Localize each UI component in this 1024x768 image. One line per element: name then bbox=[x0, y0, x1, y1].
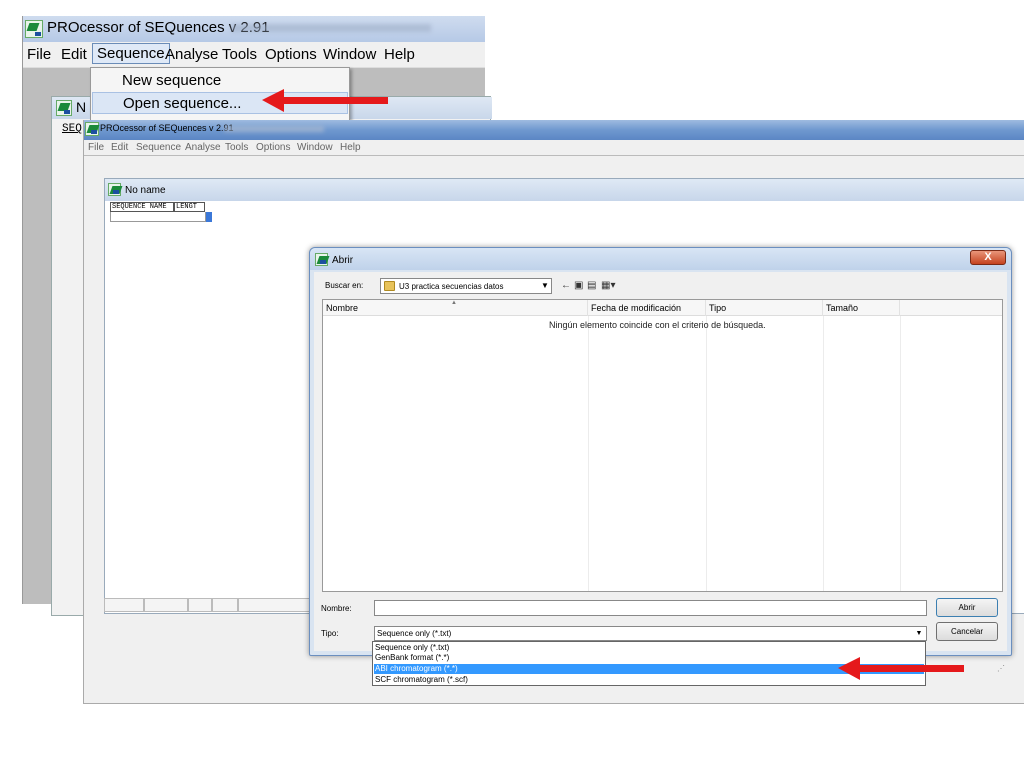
file-list[interactable]: Nombre ▲ Fecha de modificación Tipo Tama… bbox=[322, 299, 1003, 592]
menu-tools[interactable]: Tools bbox=[222, 46, 257, 63]
menu-edit[interactable]: Edit bbox=[61, 46, 87, 63]
status-cell bbox=[238, 598, 314, 612]
app-icon bbox=[25, 20, 43, 38]
back-arrow-icon[interactable]: ← bbox=[561, 280, 571, 291]
file-type-select[interactable]: Sequence only (*.txt) ▼ bbox=[374, 626, 927, 641]
grid-selection-cell[interactable] bbox=[206, 212, 212, 222]
up-folder-icon[interactable]: ▣ bbox=[574, 280, 583, 291]
folder-icon bbox=[384, 281, 395, 291]
column-divider bbox=[900, 316, 901, 591]
back-column-header: SEQ bbox=[62, 123, 82, 135]
status-cell bbox=[104, 598, 144, 612]
file-type-label: Tipo: bbox=[321, 629, 339, 638]
file-type-value: Sequence only (*.txt) bbox=[377, 629, 452, 638]
open-button[interactable]: Abrir bbox=[936, 598, 998, 617]
column-divider bbox=[706, 316, 707, 591]
back-child-title: N bbox=[76, 99, 87, 115]
resize-grip-icon[interactable]: ⋰ bbox=[997, 664, 1005, 673]
chevron-down-icon[interactable]: ▼ bbox=[539, 280, 551, 292]
front-child-titlebar[interactable]: No name bbox=[105, 179, 1024, 201]
menu-analyse[interactable]: Analyse bbox=[185, 142, 221, 153]
back-titlebar[interactable]: PROcessor of SEQuences v 2.91 bbox=[23, 16, 485, 42]
status-cell bbox=[188, 598, 212, 612]
look-in-label: Buscar en: bbox=[325, 281, 364, 290]
status-cell bbox=[144, 598, 188, 612]
file-name-input[interactable] bbox=[374, 600, 927, 616]
new-folder-icon[interactable]: ▤ bbox=[587, 280, 596, 291]
front-window-title: PROcessor of SEQuences v 2.91 bbox=[100, 123, 234, 133]
menu-sequence[interactable]: Sequence bbox=[136, 142, 181, 153]
sort-caret-icon: ▲ bbox=[451, 300, 457, 306]
status-cell bbox=[212, 598, 238, 612]
menu-options[interactable]: Options bbox=[256, 142, 290, 153]
app-icon bbox=[315, 253, 328, 266]
menu-window[interactable]: Window bbox=[297, 142, 333, 153]
menu-analyse[interactable]: Analyse bbox=[165, 46, 218, 63]
front-titlebar[interactable]: PROcessor of SEQuences v 2.91 bbox=[84, 120, 1024, 140]
column-sequence-name[interactable]: SEQUENCE NAME bbox=[110, 202, 174, 212]
app-icon bbox=[85, 122, 99, 136]
column-divider bbox=[588, 316, 589, 591]
annotation-arrow-icon bbox=[838, 657, 964, 680]
file-name-label: Nombre: bbox=[321, 604, 352, 613]
dialog-body: Buscar en: U3 practica secuencias datos … bbox=[314, 272, 1007, 673]
status-bar bbox=[104, 598, 314, 612]
menu-file[interactable]: File bbox=[88, 142, 104, 153]
menu-item-new-sequence[interactable]: New sequence bbox=[92, 70, 348, 92]
annotation-arrow-icon bbox=[262, 89, 388, 112]
menu-help[interactable]: Help bbox=[384, 46, 415, 63]
dialog-titlebar[interactable]: Abrir X bbox=[310, 248, 1011, 270]
close-icon[interactable]: X bbox=[970, 250, 1006, 265]
look-in-combobox[interactable]: U3 practica secuencias datos ▼ bbox=[380, 278, 552, 294]
menu-options[interactable]: Options bbox=[265, 46, 317, 63]
sequence-menu: New sequence Open sequence... bbox=[90, 67, 350, 121]
chevron-down-icon[interactable]: ▼ bbox=[913, 628, 925, 639]
cancel-button[interactable]: Cancelar bbox=[936, 622, 998, 641]
menu-edit[interactable]: Edit bbox=[111, 142, 128, 153]
front-menubar: File Edit Sequence Analyse Tools Options… bbox=[84, 140, 1024, 156]
menu-window[interactable]: Window bbox=[323, 46, 376, 63]
blurred-title-suffix bbox=[224, 126, 324, 132]
column-tamano[interactable]: Tamaño bbox=[823, 300, 900, 316]
views-menu-icon[interactable]: ▦▾ bbox=[601, 280, 615, 291]
column-divider bbox=[823, 316, 824, 591]
menu-help[interactable]: Help bbox=[340, 142, 361, 153]
file-list-header: Nombre ▲ Fecha de modificación Tipo Tama… bbox=[323, 300, 1002, 316]
empty-message: Ningún elemento coincide con el criterio… bbox=[549, 320, 766, 330]
column-fecha[interactable]: Fecha de modificación bbox=[588, 300, 706, 316]
column-tipo[interactable]: Tipo bbox=[706, 300, 823, 316]
look-in-value: U3 practica secuencias datos bbox=[399, 282, 504, 291]
blurred-title-suffix bbox=[231, 24, 431, 32]
front-child-title: No name bbox=[125, 185, 166, 196]
sequence-grid-row[interactable] bbox=[110, 212, 206, 222]
column-length[interactable]: LENGT bbox=[174, 202, 205, 212]
app-icon bbox=[108, 183, 121, 196]
back-menubar: File Edit Sequence Analyse Tools Options… bbox=[23, 42, 485, 68]
menu-tools[interactable]: Tools bbox=[225, 142, 248, 153]
menu-file[interactable]: File bbox=[27, 46, 51, 63]
menu-sequence[interactable]: Sequence bbox=[92, 43, 170, 64]
dialog-title: Abrir bbox=[332, 255, 354, 266]
app-icon bbox=[56, 100, 72, 116]
open-file-dialog: Abrir X Buscar en: U3 practica secuencia… bbox=[309, 247, 1012, 673]
type-option-sequence[interactable]: Sequence only (*.txt) bbox=[374, 643, 924, 653]
